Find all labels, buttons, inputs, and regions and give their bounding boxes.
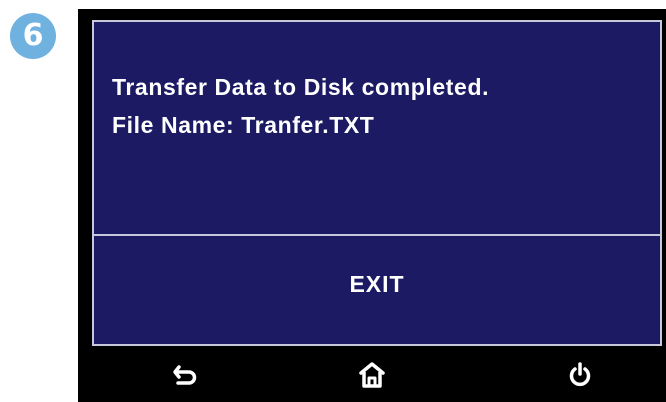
message-panel: Transfer Data to Disk completed. File Na… <box>94 22 660 236</box>
navigation-bar <box>78 349 666 402</box>
power-icon <box>569 362 591 387</box>
file-name-message: File Name: Tranfer.TXT <box>112 112 375 138</box>
home-icon <box>359 362 385 388</box>
completion-message: Transfer Data to Disk completed. <box>112 74 490 100</box>
step-number-badge: 6 <box>10 13 56 59</box>
power-button[interactable] <box>562 357 598 393</box>
back-icon <box>173 365 197 385</box>
device-panel: Transfer Data to Disk completed. File Na… <box>78 9 666 402</box>
exit-button[interactable]: EXIT <box>94 236 660 344</box>
back-button[interactable] <box>168 357 204 393</box>
home-button[interactable] <box>354 357 390 393</box>
display-screen: Transfer Data to Disk completed. File Na… <box>92 20 662 346</box>
